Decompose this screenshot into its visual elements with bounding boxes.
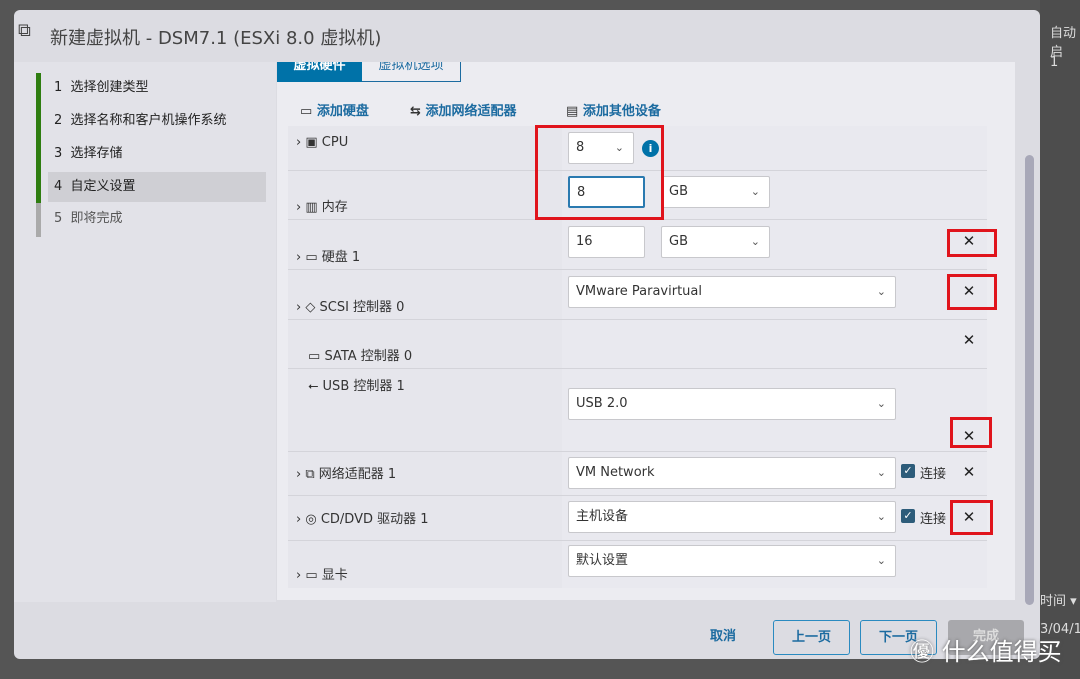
highlight-box bbox=[947, 229, 997, 257]
cpu-row-label[interactable]: › ▣ CPU bbox=[296, 135, 348, 150]
remove-sata-button[interactable]: ✕ bbox=[959, 331, 979, 349]
video-row-label[interactable]: › ▭ 显卡 bbox=[296, 564, 348, 583]
highlight-box bbox=[947, 274, 997, 310]
video-select[interactable]: 默认设置 ⌄ bbox=[568, 545, 896, 577]
add-other-device-button[interactable]: ▤ 添加其他设备 bbox=[566, 100, 661, 119]
cdrom-row-label[interactable]: › ◎ CD/DVD 驱动器 1 bbox=[296, 508, 429, 527]
expand-chevron-icon: › bbox=[296, 135, 302, 150]
usb-type-select[interactable]: USB 2.0 ⌄ bbox=[568, 388, 896, 420]
expand-chevron-icon: › bbox=[296, 467, 302, 482]
bg-cell: 1 bbox=[1050, 55, 1059, 70]
tab-virtual-hardware[interactable]: 虚拟硬件 bbox=[277, 62, 362, 82]
step-4[interactable]: 4 自定义设置 bbox=[48, 172, 266, 202]
expand-chevron-icon: › bbox=[296, 250, 302, 265]
cancel-button[interactable]: 取消 bbox=[690, 620, 756, 655]
nic-row-label[interactable]: › ⧉ 网络适配器 1 bbox=[296, 463, 396, 482]
nic-connect-checkbox[interactable]: ✓ bbox=[901, 464, 915, 478]
cdrom-select[interactable]: 主机设备 ⌄ bbox=[568, 501, 896, 533]
remove-nic-button[interactable]: ✕ bbox=[959, 463, 979, 481]
highlight-box bbox=[950, 500, 993, 535]
nic-connect-label: 连接 bbox=[920, 467, 947, 482]
cd-icon: ◎ bbox=[305, 512, 317, 527]
disk-size-input[interactable]: 16 bbox=[568, 226, 645, 258]
sata-icon: ▭ bbox=[308, 349, 321, 364]
step-progress-done bbox=[36, 73, 41, 203]
step-progress-remaining bbox=[36, 203, 41, 237]
highlight-box-cpu-memory bbox=[535, 125, 664, 220]
bg-time-header: 时间 ▾ bbox=[1040, 594, 1077, 609]
highlight-box bbox=[950, 417, 992, 448]
back-button[interactable]: 上一页 bbox=[773, 620, 850, 655]
memory-unit-select[interactable]: GB ⌄ bbox=[661, 176, 770, 208]
scsi-icon: ◇ bbox=[305, 300, 316, 315]
dialog-title: 新建虚拟机 - DSM7.1 (ESXi 8.0 虚拟机) bbox=[50, 28, 382, 49]
memory-row-label[interactable]: › ▥ 内存 bbox=[296, 196, 348, 215]
network-icon: ⧉ bbox=[305, 467, 315, 482]
usb-icon: ⭠ bbox=[308, 379, 319, 394]
network-icon: ⇆ bbox=[410, 104, 421, 119]
step-5: 5 即将完成 bbox=[54, 211, 123, 226]
step-1[interactable]: 1 选择创建类型 bbox=[48, 73, 266, 103]
background-table: 自动启 1 时间 ▾ 3/04/1 bbox=[1040, 0, 1080, 679]
new-vm-icon: ⧉ bbox=[18, 20, 31, 41]
scrollbar[interactable] bbox=[1025, 155, 1034, 605]
add-disk-button[interactable]: ▭ 添加硬盘 bbox=[300, 100, 369, 119]
disk-icon: ▭ bbox=[300, 104, 313, 119]
expand-chevron-icon: › bbox=[296, 512, 302, 527]
step-3[interactable]: 3 选择存储 bbox=[48, 139, 266, 169]
cpu-icon: ▣ bbox=[305, 135, 318, 150]
expand-chevron-icon: › bbox=[296, 568, 302, 583]
step-2[interactable]: 2 选择名称和客户机操作系统 bbox=[48, 106, 266, 136]
expand-chevron-icon: › bbox=[296, 200, 302, 215]
network-select[interactable]: VM Network ⌄ bbox=[568, 457, 896, 489]
tab-vm-options[interactable]: 虚拟机选项 bbox=[362, 62, 461, 82]
scsi-row-label[interactable]: › ◇ SCSI 控制器 0 bbox=[296, 296, 404, 315]
disk-unit-select[interactable]: GB ⌄ bbox=[661, 226, 770, 258]
usb-row-label: ⭠ USB 控制器 1 bbox=[308, 379, 405, 394]
add-nic-button[interactable]: ⇆ 添加网络适配器 bbox=[410, 100, 516, 119]
monitor-icon: ▭ bbox=[305, 568, 318, 583]
scsi-type-select[interactable]: VMware Paravirtual ⌄ bbox=[568, 276, 896, 308]
expand-chevron-icon: › bbox=[296, 300, 302, 315]
sata-row-label: ▭ SATA 控制器 0 bbox=[308, 349, 413, 364]
device-icon: ▤ bbox=[566, 104, 579, 119]
memory-icon: ▥ bbox=[305, 200, 318, 215]
watermark-logo-icon: ㊝ bbox=[910, 638, 934, 666]
disk-icon: ▭ bbox=[305, 250, 318, 265]
cdrom-connect-checkbox[interactable]: ✓ bbox=[901, 509, 915, 523]
watermark: ㊝ 什么值得买 bbox=[910, 638, 1062, 666]
disk-row-label[interactable]: › ▭ 硬盘 1 bbox=[296, 246, 360, 265]
cdrom-connect-label: 连接 bbox=[920, 512, 947, 527]
